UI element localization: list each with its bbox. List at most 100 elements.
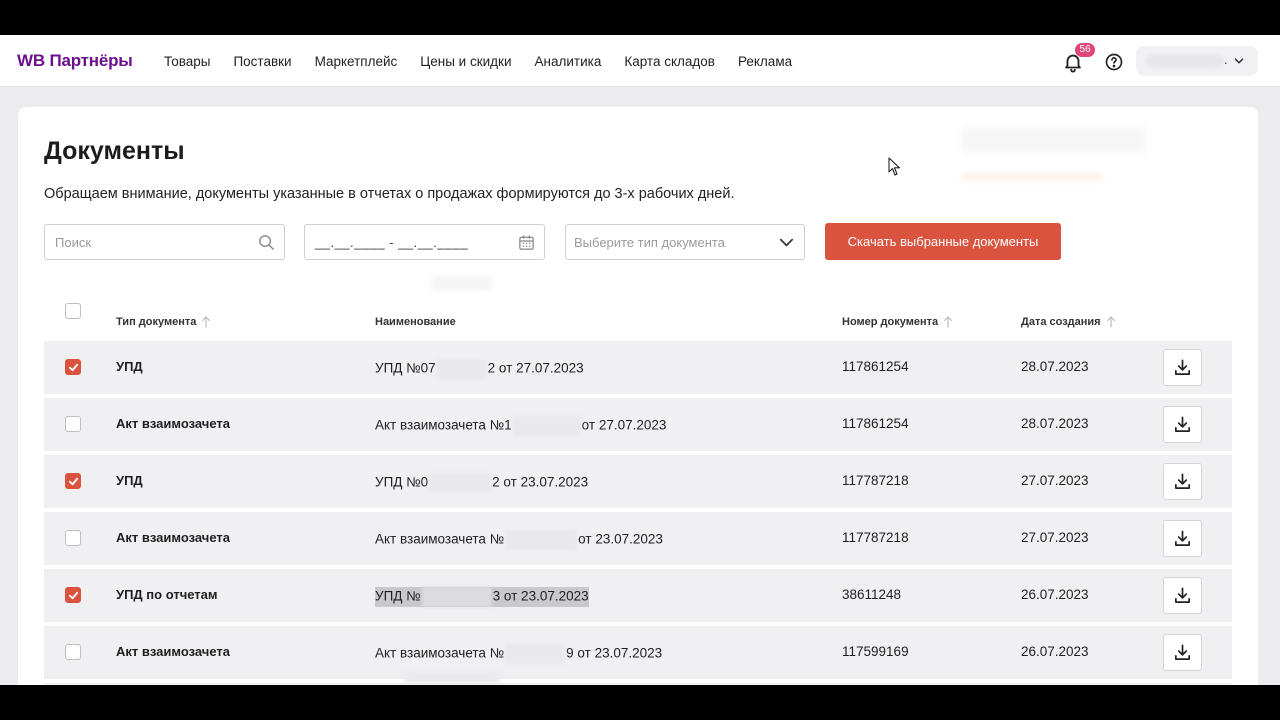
row-checkbox[interactable] bbox=[65, 473, 81, 489]
download-selected-button[interactable]: Скачать выбранные документы bbox=[825, 223, 1061, 260]
nav-item-prices[interactable]: Цены и скидки bbox=[420, 54, 511, 69]
logo[interactable]: WB Партнёры bbox=[17, 51, 133, 71]
sort-arrow-icon bbox=[1106, 316, 1115, 328]
name-suffix: от 27.07.2023 bbox=[581, 417, 667, 433]
top-header: WB Партнёры Товары Поставки Маркетплейс … bbox=[0, 35, 1280, 87]
download-icon bbox=[1174, 416, 1191, 433]
document-type-placeholder: Выберите тип документа bbox=[574, 235, 725, 250]
row-checkbox[interactable] bbox=[65, 587, 81, 603]
redacted-number bbox=[505, 644, 566, 664]
cell-created: 26.07.2023 bbox=[1021, 644, 1089, 659]
row-download-button[interactable] bbox=[1163, 634, 1202, 671]
cell-created: 26.07.2023 bbox=[1021, 587, 1089, 602]
row-checkbox[interactable] bbox=[65, 416, 81, 432]
cell-type: УПД bbox=[116, 359, 143, 374]
header-created-label: Дата создания bbox=[1021, 316, 1101, 328]
row-download-button[interactable] bbox=[1163, 577, 1202, 614]
row-checkbox[interactable] bbox=[65, 530, 81, 546]
select-all-checkbox[interactable] bbox=[65, 303, 81, 319]
download-icon bbox=[1174, 587, 1191, 604]
name-prefix: УПД №07 bbox=[375, 360, 436, 376]
redacted-number bbox=[505, 530, 578, 550]
nav-item-products[interactable]: Товары bbox=[164, 54, 210, 69]
name-suffix: 2 от 27.07.2023 bbox=[487, 360, 584, 376]
video-letterbox-top bbox=[0, 0, 1280, 35]
cell-type: Акт взаимозачета bbox=[116, 530, 230, 545]
account-menu[interactable]: . bbox=[1136, 46, 1258, 76]
name-suffix: от 23.07.2023 bbox=[578, 531, 663, 547]
nav-item-ads[interactable]: Реклама bbox=[738, 54, 792, 69]
table-row[interactable]: УПД УПД №07 2 от 27.07.2023 117861254 28.… bbox=[44, 341, 1232, 394]
calendar-icon[interactable] bbox=[517, 233, 536, 252]
table-row[interactable]: Акт взаимозачета Акт взаимозачета № от 23… bbox=[44, 512, 1232, 565]
redacted-area bbox=[962, 127, 1146, 153]
name-suffix: 3 от 23.07.2023 bbox=[492, 588, 589, 604]
download-icon bbox=[1174, 644, 1191, 661]
table-row[interactable]: УПД по отчетам УПД № 3 от 23.07.2023 3861… bbox=[44, 569, 1232, 622]
header-type-label: Тип документа bbox=[116, 316, 197, 328]
cell-type: УПД bbox=[116, 473, 143, 488]
cell-type: Акт взаимозачета bbox=[116, 416, 230, 431]
row-checkbox[interactable] bbox=[65, 359, 81, 375]
date-range-picker[interactable]: __.__.____ - __.__.____ bbox=[304, 224, 545, 260]
download-icon bbox=[1174, 530, 1191, 547]
cell-number: 117861254 bbox=[842, 359, 909, 374]
nav-item-marketplace[interactable]: Маркетплейс bbox=[315, 54, 398, 69]
redacted-area bbox=[404, 673, 500, 683]
nav-item-analytics[interactable]: Аналитика bbox=[535, 54, 602, 69]
search-field bbox=[44, 224, 285, 260]
document-type-select[interactable]: Выберите тип документа bbox=[565, 224, 805, 260]
cell-name: Акт взаимозачета № 9 от 23.07.2023 bbox=[375, 644, 662, 664]
cell-name: УПД №07 2 от 27.07.2023 bbox=[375, 359, 584, 379]
main-nav: Товары Поставки Маркетплейс Цены и скидк… bbox=[164, 35, 815, 87]
account-name-suffix: . bbox=[1224, 52, 1228, 67]
notification-badge: 56 bbox=[1075, 43, 1095, 57]
help-icon[interactable] bbox=[1104, 52, 1124, 72]
table-row[interactable]: УПД УПД №0 2 от 23.07.2023 117787218 27.0… bbox=[44, 455, 1232, 508]
row-download-button[interactable] bbox=[1163, 463, 1202, 500]
header-type[interactable]: Тип документа bbox=[116, 316, 211, 328]
download-icon bbox=[1174, 359, 1191, 376]
name-prefix: УПД № bbox=[375, 588, 421, 604]
name-prefix: Акт взаимозачета №1 bbox=[375, 417, 512, 433]
row-checkbox[interactable] bbox=[65, 644, 81, 660]
cell-number: 117787218 bbox=[842, 530, 909, 545]
cell-created: 27.07.2023 bbox=[1021, 530, 1089, 545]
app-window: WB Партнёры Товары Поставки Маркетплейс … bbox=[0, 35, 1280, 685]
row-download-button[interactable] bbox=[1163, 520, 1202, 557]
search-input[interactable] bbox=[45, 225, 284, 259]
page-title: Документы bbox=[44, 137, 185, 165]
name-suffix: 2 от 23.07.2023 bbox=[492, 474, 589, 490]
documents-table: Тип документа Наименование Номер докумен… bbox=[44, 303, 1232, 685]
documents-card: Документы Обращаем внимание, документы у… bbox=[18, 107, 1258, 685]
cell-name: Акт взаимозачета №1 от 27.07.2023 bbox=[375, 416, 666, 436]
cell-created: 28.07.2023 bbox=[1021, 416, 1089, 431]
redacted-number bbox=[512, 416, 581, 436]
video-letterbox-bottom bbox=[0, 685, 1280, 720]
cell-created: 28.07.2023 bbox=[1021, 359, 1089, 374]
table-row[interactable]: Акт взаимозачета Акт взаимозачета №1 от 2… bbox=[44, 398, 1232, 451]
name-prefix: Акт взаимозачета № bbox=[375, 531, 505, 547]
table-row[interactable]: Акт взаимозачета Акт взаимозачета № 9 от … bbox=[44, 626, 1232, 679]
cell-type: УПД по отчетам bbox=[116, 587, 218, 602]
nav-item-supplies[interactable]: Поставки bbox=[233, 54, 291, 69]
row-download-button[interactable] bbox=[1163, 406, 1202, 443]
redacted-number bbox=[421, 587, 492, 607]
search-icon[interactable] bbox=[257, 233, 276, 252]
name-suffix: 9 от 23.07.2023 bbox=[566, 645, 663, 661]
redacted-area bbox=[962, 173, 1102, 181]
account-name-redacted bbox=[1146, 55, 1224, 67]
date-range-text: __.__.____ - __.__.____ bbox=[315, 235, 469, 250]
header-created[interactable]: Дата создания bbox=[1021, 316, 1116, 328]
nav-item-warehouse-map[interactable]: Карта складов bbox=[624, 54, 715, 69]
cell-name: Акт взаимозачета № от 23.07.2023 bbox=[375, 530, 663, 550]
name-prefix: Акт взаимозачета № bbox=[375, 645, 505, 661]
cell-name: УПД №0 2 от 23.07.2023 bbox=[375, 473, 588, 493]
cell-number: 38611248 bbox=[842, 587, 902, 602]
header-number-label: Номер документа bbox=[842, 316, 939, 328]
cell-name: УПД № 3 от 23.07.2023 bbox=[375, 587, 589, 607]
cell-created: 27.07.2023 bbox=[1021, 473, 1089, 488]
header-name-label: Наименование bbox=[375, 316, 456, 328]
row-download-button[interactable] bbox=[1163, 349, 1202, 386]
header-number[interactable]: Номер документа bbox=[842, 316, 953, 328]
